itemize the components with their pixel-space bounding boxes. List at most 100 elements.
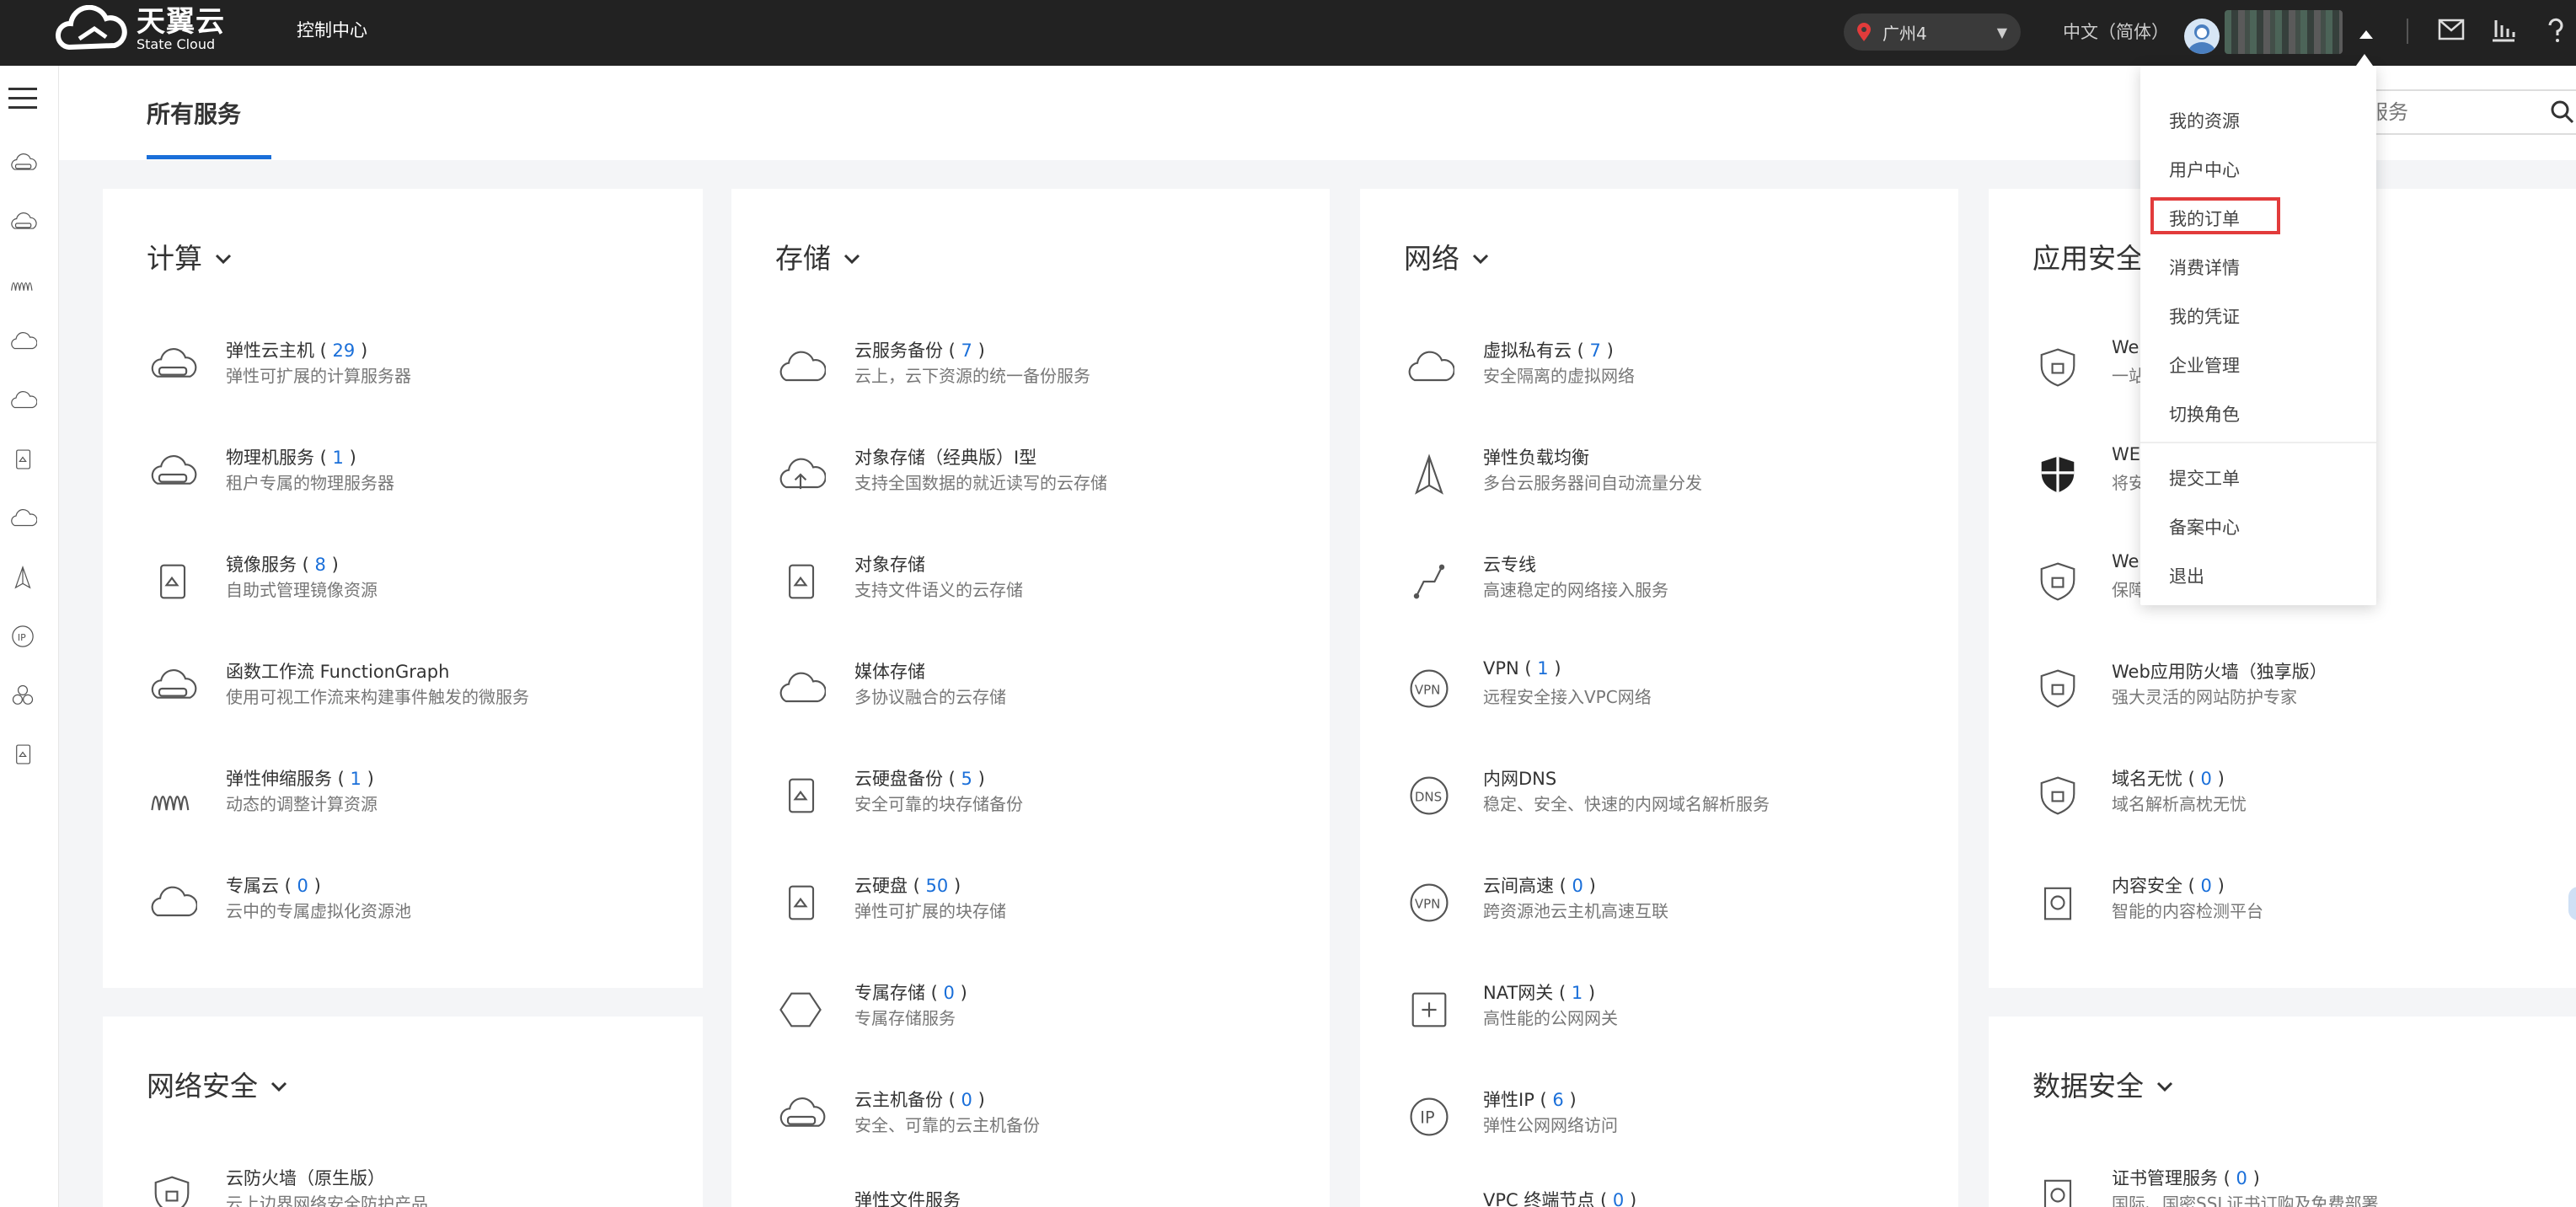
category-title-compute[interactable]: 计算 (147, 236, 233, 276)
menu-item-submit-ticket[interactable]: 提交工单 (2169, 465, 2240, 491)
service-item[interactable]: 云硬盘 ( 50 ) 弹性可扩展的块存储 (775, 872, 1315, 940)
service-item[interactable]: 函数工作流 FunctionGraph 使用可视工作流来构建事件触发的微服务 (147, 658, 686, 726)
category-title-text: 计算 (147, 242, 202, 275)
tab-all-services[interactable]: 所有服务 (147, 96, 241, 130)
service-item[interactable]: 镜像服务 ( 8 ) 自助式管理镜像资源 (147, 551, 686, 619)
left-sidebar: IP (0, 66, 59, 1207)
menu-item-switch-role[interactable]: 切换角色 (2169, 401, 2240, 426)
service-item[interactable]: 弹性云主机 ( 29 ) 弹性可扩展的计算服务器 (147, 337, 686, 405)
menu-item-user-center[interactable]: 用户中心 (2169, 157, 2240, 182)
service-description: 多台云服务器间自动流量分发 (1483, 473, 1702, 493)
chevron-down-icon (270, 1081, 287, 1092)
service-name: 媒体存储 (854, 662, 925, 682)
service-item[interactable]: 证书管理服务 ( 0 ) 国际、国密SSL证书订购及免费部署 (2032, 1165, 2572, 1207)
menu-item-my-orders[interactable]: 我的订单 (2169, 206, 2240, 231)
menu-toggle-icon[interactable] (8, 88, 37, 113)
service-item[interactable]: 专属存储 ( 0 ) 专属存储服务 (775, 979, 1315, 1047)
service-item[interactable]: VPC 终端节点 ( 0 ) (1404, 1188, 1943, 1207)
caret-up-icon[interactable] (2359, 30, 2373, 39)
service-item[interactable]: 对象存储（经典版）Ⅰ型 支持全国数据的就近读写的云存储 (775, 444, 1315, 512)
service-item[interactable]: 内容安全 ( 0 ) 智能的内容检测平台 (2032, 872, 2572, 940)
load-balancer-icon[interactable] (8, 563, 37, 592)
top-navigation-bar: 天翼云 State Cloud 控制中心 广州4 ▼ 中文（简体） (0, 0, 2576, 66)
document-icon[interactable] (8, 740, 37, 769)
cloud-server-icon (151, 348, 197, 378)
autoscaling-icon (151, 795, 190, 812)
service-name: 云间高速 ( 0 ) (1483, 876, 1596, 896)
menu-item-enterprise-management[interactable]: 企业管理 (2169, 352, 2240, 378)
service-item[interactable]: 云主机备份 ( 0 ) 安全、可靠的云主机备份 (775, 1086, 1315, 1154)
service-item[interactable]: 物理机服务 ( 1 ) 租户专属的物理服务器 (147, 444, 686, 512)
service-name: 弹性伸缩服务 ( 1 ) (226, 769, 374, 789)
service-name: 弹性IP ( 6 ) (1483, 1090, 1577, 1110)
service-item[interactable]: 云硬盘备份 ( 5 ) 安全可靠的块存储备份 (775, 765, 1315, 833)
category-title-text: 网络 (1404, 242, 1459, 275)
service-item[interactable]: 弹性文件服务 (775, 1188, 1315, 1207)
console-link[interactable]: 控制中心 (297, 17, 367, 42)
service-name: 内容安全 ( 0 ) (2112, 876, 2225, 896)
service-item[interactable]: 媒体存储 多协议融合的云存储 (775, 658, 1315, 726)
service-item[interactable]: 对象存储 支持文件语义的云存储 (775, 551, 1315, 619)
service-item[interactable]: 虚拟私有云 ( 7 ) 安全隔离的虚拟网络 (1404, 337, 1943, 405)
user-avatar[interactable] (2184, 19, 2220, 54)
service-description: 跨资源池云主机高速互联 (1483, 901, 1668, 921)
category-title-storage[interactable]: 存储 (775, 236, 861, 276)
service-item[interactable]: 专属云 ( 0 ) 云中的专属虚拟化资源池 (147, 872, 686, 940)
vpc-icon[interactable] (8, 504, 37, 533)
chart-icon[interactable] (2489, 15, 2518, 44)
service-item[interactable]: VPN 云间高速 ( 0 ) 跨资源池云主机高速互联 (1404, 872, 1943, 940)
menu-item-my-credentials[interactable]: 我的凭证 (2169, 303, 2240, 329)
svg-text:VPN: VPN (1415, 682, 1441, 697)
physical-server-icon[interactable] (8, 209, 37, 238)
category-title-app-security[interactable]: 应用安全 (2032, 236, 2144, 276)
floating-helper-tab[interactable] (2568, 887, 2576, 920)
category-title-network-security[interactable]: 网络安全 (147, 1064, 288, 1104)
caret-down-icon: ▼ (1996, 24, 2007, 40)
shield-icon (2040, 562, 2075, 601)
service-item[interactable]: IP 弹性IP ( 6 ) 弹性公网网络访问 (1404, 1086, 1943, 1154)
brand-logo[interactable]: 天翼云 State Cloud (54, 5, 225, 54)
service-name: 证书管理服务 ( 0 ) (2112, 1168, 2260, 1188)
service-description: 多协议融合的云存储 (854, 687, 1006, 707)
help-icon[interactable] (2541, 15, 2570, 44)
mail-icon[interactable] (2437, 15, 2466, 44)
search-icon[interactable] (2550, 99, 2575, 125)
service-description: 强大灵活的网站防护专家 (2112, 687, 2297, 707)
service-name: VPN ( 1 ) (1483, 658, 1561, 679)
category-title-data-security[interactable]: 数据安全 (2032, 1064, 2174, 1104)
menu-item-logout[interactable]: 退出 (2169, 563, 2204, 588)
service-item[interactable]: NAT网关 ( 1 ) 高性能的公网网关 (1404, 979, 1943, 1047)
service-item[interactable]: 云专线 高速稳定的网络接入服务 (1404, 551, 1943, 619)
service-item[interactable]: 弹性负载均衡 多台云服务器间自动流量分发 (1404, 444, 1943, 512)
service-name: 镜像服务 ( 8 ) (226, 555, 339, 575)
service-name: 内网DNS (1483, 769, 1557, 789)
service-item[interactable]: VPN VPN ( 1 ) 远程安全接入VPC网络 (1404, 658, 1943, 726)
service-item[interactable]: 域名无忧 ( 0 ) 域名解析高枕无忧 (2032, 765, 2572, 833)
service-item[interactable]: 弹性伸缩服务 ( 1 ) 动态的调整计算资源 (147, 765, 686, 833)
menu-item-billing-details[interactable]: 消费详情 (2169, 255, 2240, 280)
service-name: 对象存储 (854, 555, 925, 575)
region-selector[interactable]: 广州4 ▼ (1844, 13, 2021, 51)
service-description: 安全可靠的块存储备份 (854, 794, 1023, 814)
cloud-upload-icon[interactable] (8, 386, 37, 415)
service-name: 云硬盘备份 ( 5 ) (854, 769, 985, 789)
category-title-network[interactable]: 网络 (1404, 236, 1490, 276)
shield-black-icon (2040, 454, 2075, 495)
service-item[interactable]: Web应用防火墙（独享版） 强大灵活的网站防护专家 (2032, 658, 2572, 726)
cloud-icon[interactable] (8, 327, 37, 356)
category-title-text: 存储 (775, 242, 831, 275)
menu-item-filing-center[interactable]: 备案中心 (2169, 514, 2240, 539)
disk-icon[interactable] (8, 445, 37, 474)
cluster-icon[interactable] (8, 681, 37, 710)
menu-item-my-resources[interactable]: 我的资源 (2169, 108, 2240, 133)
username-redacted[interactable] (2225, 10, 2343, 54)
service-item[interactable]: DNS 内网DNS 稳定、安全、快速的内网域名解析服务 (1404, 765, 1943, 833)
service-item[interactable]: 云防火墙（原生版） 云上边界网络安全防护产品 (147, 1165, 686, 1207)
ip-icon[interactable]: IP (8, 622, 37, 651)
cloud-server-icon[interactable] (8, 150, 37, 179)
service-name: 域名无忧 ( 0 ) (2112, 769, 2225, 789)
language-selector[interactable]: 中文（简体） (2063, 19, 2169, 44)
autoscaling-icon[interactable] (8, 268, 37, 297)
service-item[interactable]: 云服务备份 ( 7 ) 云上，云下资源的统一备份服务 (775, 337, 1315, 405)
vpn-icon: VPN (1410, 669, 1449, 708)
